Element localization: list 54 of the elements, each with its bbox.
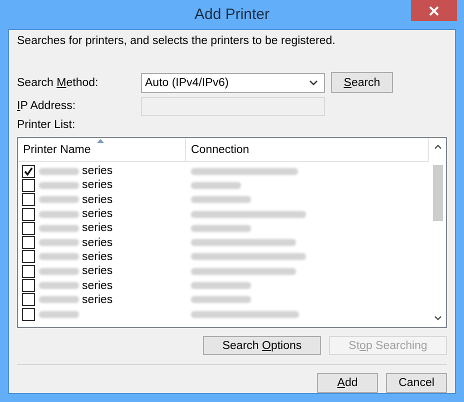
checkbox[interactable] xyxy=(22,250,35,264)
checkbox[interactable] xyxy=(22,308,35,321)
checkbox[interactable] xyxy=(22,279,35,292)
printer-name: series xyxy=(82,280,113,292)
blurred-text xyxy=(39,310,79,318)
window-title: Add Printer xyxy=(194,6,270,23)
printer-name: series xyxy=(82,250,113,263)
blurred-text xyxy=(39,296,79,304)
scrollbar-thumb[interactable] xyxy=(432,165,442,221)
blurred-text xyxy=(191,224,251,232)
blurred-text xyxy=(39,239,79,246)
chevron-down-icon xyxy=(309,80,318,86)
blurred-text xyxy=(191,296,251,304)
blurred-text xyxy=(39,253,79,260)
blurred-text xyxy=(39,268,79,275)
close-button[interactable] xyxy=(411,0,457,21)
field-label: Search Method: xyxy=(17,76,100,88)
checkbox[interactable] xyxy=(22,164,35,178)
search-button[interactable]: Search xyxy=(331,72,393,93)
blurred-text xyxy=(39,224,79,232)
printer-name: series xyxy=(82,222,113,234)
blurred-text xyxy=(39,168,79,175)
checkbox[interactable] xyxy=(22,208,35,221)
printer-name: series xyxy=(82,294,113,306)
search-method-dropdown[interactable]: Auto (IPv4/IPv6) xyxy=(141,72,325,92)
cancel-button[interactable]: Cancel xyxy=(386,373,447,393)
blurred-text xyxy=(39,282,79,290)
printer-name: series xyxy=(82,208,113,220)
checkbox[interactable] xyxy=(22,264,35,278)
field-label: IP Address: xyxy=(17,100,77,112)
close-icon xyxy=(429,6,439,16)
checkbox[interactable] xyxy=(22,178,35,192)
add-button[interactable]: Add xyxy=(317,373,378,393)
column-header[interactable]: Printer Name xyxy=(18,138,186,161)
checkbox[interactable] xyxy=(22,236,35,250)
printer-name: series xyxy=(82,194,113,206)
printer-name: series xyxy=(82,165,113,178)
printer-list-label: Printer List: xyxy=(17,119,76,133)
blurred-text xyxy=(191,182,241,189)
checkbox[interactable] xyxy=(22,293,35,306)
chevron-down-icon[interactable] xyxy=(434,316,442,321)
checkbox[interactable] xyxy=(22,193,35,206)
printer-name: series xyxy=(82,265,113,278)
checkbox[interactable] xyxy=(22,222,35,235)
printer-name: series xyxy=(82,179,113,192)
blurred-text xyxy=(191,196,251,204)
blurred-text xyxy=(39,196,79,204)
printer-name: series xyxy=(82,236,113,249)
description-text: Searches for printers, and selects the printers to be registered. xyxy=(17,35,336,49)
chevron-up-icon[interactable] xyxy=(434,144,442,149)
blurred-text xyxy=(39,210,79,218)
blurred-text xyxy=(39,182,79,189)
blurred-text xyxy=(191,282,251,290)
search-options-button[interactable]: Search Options xyxy=(203,336,321,355)
